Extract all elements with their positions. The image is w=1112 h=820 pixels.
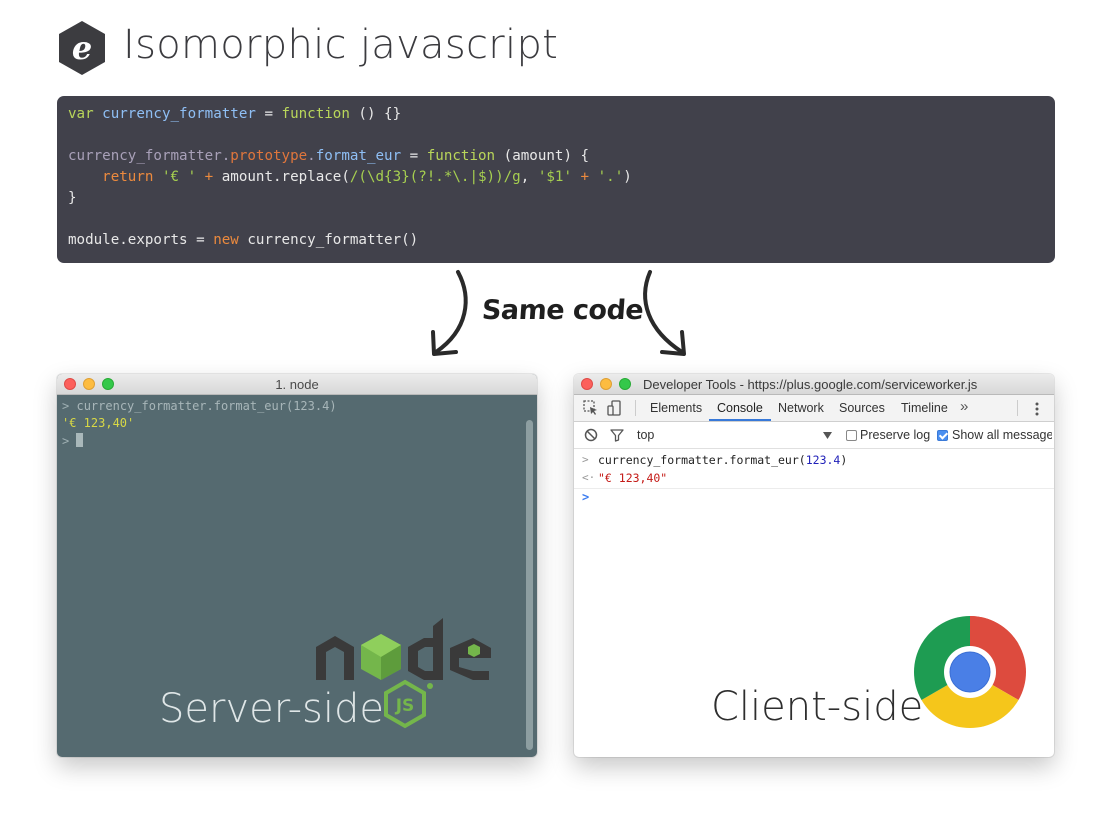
console-filter-bar: top Preserve log Show all messages bbox=[574, 422, 1054, 449]
show-all-messages-label: Show all messages bbox=[952, 428, 1052, 442]
preserve-log-checkbox[interactable] bbox=[846, 430, 857, 441]
code-line-5: } bbox=[68, 190, 77, 206]
more-tabs-icon[interactable]: » bbox=[960, 398, 968, 415]
same-code-label: Same code bbox=[480, 295, 645, 326]
code-line-3: currency_formatter.prototype.format_eur … bbox=[68, 148, 590, 164]
output-arrow-icon: <· bbox=[582, 471, 596, 484]
console-output[interactable]: > currency_formatter.format_eur(123.4) <… bbox=[574, 449, 1054, 757]
client-side-label: Client-side bbox=[711, 684, 924, 730]
curved-arrow-right-icon bbox=[643, 270, 686, 356]
minimize-window-button[interactable] bbox=[600, 378, 612, 390]
devtools-titlebar: Developer Tools - https://plus.google.co… bbox=[574, 374, 1054, 395]
tab-console[interactable]: Console bbox=[717, 401, 763, 415]
terminal-title: 1. node bbox=[275, 377, 319, 392]
console-prompt-caret[interactable]: > bbox=[582, 490, 589, 504]
tab-timeline[interactable]: Timeline bbox=[901, 401, 948, 415]
terminal-window: 1. node > currency_formatter.format_eur(… bbox=[57, 374, 537, 757]
terminal-scrollbar[interactable] bbox=[525, 420, 534, 753]
devtools-window: Developer Tools - https://plus.google.co… bbox=[574, 374, 1054, 757]
zoom-window-button[interactable] bbox=[619, 378, 631, 390]
terminal-prompt-line: > bbox=[62, 433, 84, 448]
console-command: currency_formatter.format_eur(123.4) bbox=[598, 453, 848, 467]
device-mode-icon[interactable] bbox=[607, 400, 623, 416]
context-selector[interactable]: top bbox=[637, 428, 654, 442]
chrome-logo-icon bbox=[913, 616, 1027, 729]
terminal-result: '€ 123,40' bbox=[62, 416, 135, 430]
filter-icon[interactable] bbox=[609, 427, 625, 443]
code-line-7: module.exports = new currency_formatter(… bbox=[68, 232, 419, 248]
e-logo-icon: e bbox=[59, 21, 105, 75]
devtools-toolbar: Elements Console Network Sources Timelin… bbox=[574, 395, 1054, 422]
code-line-4: return '€ ' + amount.replace(/(\d{3}(?!.… bbox=[102, 169, 632, 185]
server-side-label: Server-side bbox=[159, 686, 384, 732]
tab-elements[interactable]: Elements bbox=[650, 401, 702, 415]
terminal-scroll-thumb[interactable] bbox=[526, 420, 533, 750]
terminal-cursor bbox=[76, 433, 84, 447]
clear-console-icon[interactable] bbox=[583, 427, 599, 443]
tab-sources[interactable]: Sources bbox=[839, 401, 885, 415]
preserve-log-label: Preserve log bbox=[860, 428, 931, 442]
console-input-row: > currency_formatter.format_eur(123.4) bbox=[574, 452, 1054, 469]
context-dropdown-icon[interactable] bbox=[823, 432, 832, 439]
curved-arrow-left-icon bbox=[431, 270, 468, 356]
page-title: Isomorphic javascript bbox=[123, 22, 559, 68]
code-line-1: var currency_formatter = function () {} bbox=[68, 106, 402, 122]
terminal-titlebar: 1. node bbox=[57, 374, 537, 395]
code-block: var currency_formatter = function () {} … bbox=[57, 96, 1055, 263]
customize-menu-icon[interactable] bbox=[1035, 401, 1039, 417]
tab-network[interactable]: Network bbox=[778, 401, 824, 415]
console-result-row: <· "€ 123,40" bbox=[574, 470, 1054, 487]
active-tab-indicator bbox=[709, 419, 771, 421]
input-arrow-icon: > bbox=[582, 453, 589, 466]
console-result: "€ 123,40" bbox=[598, 471, 668, 485]
devtools-title: Developer Tools - https://plus.google.co… bbox=[643, 377, 978, 392]
inspect-element-icon[interactable] bbox=[583, 400, 599, 416]
terminal-command-line: > currency_formatter.format_eur(123.4) bbox=[62, 399, 337, 413]
logo-letter: e bbox=[72, 29, 92, 67]
js-badge-text: JS bbox=[395, 696, 415, 716]
show-all-messages-checkbox[interactable] bbox=[937, 430, 948, 441]
close-window-button[interactable] bbox=[581, 378, 593, 390]
